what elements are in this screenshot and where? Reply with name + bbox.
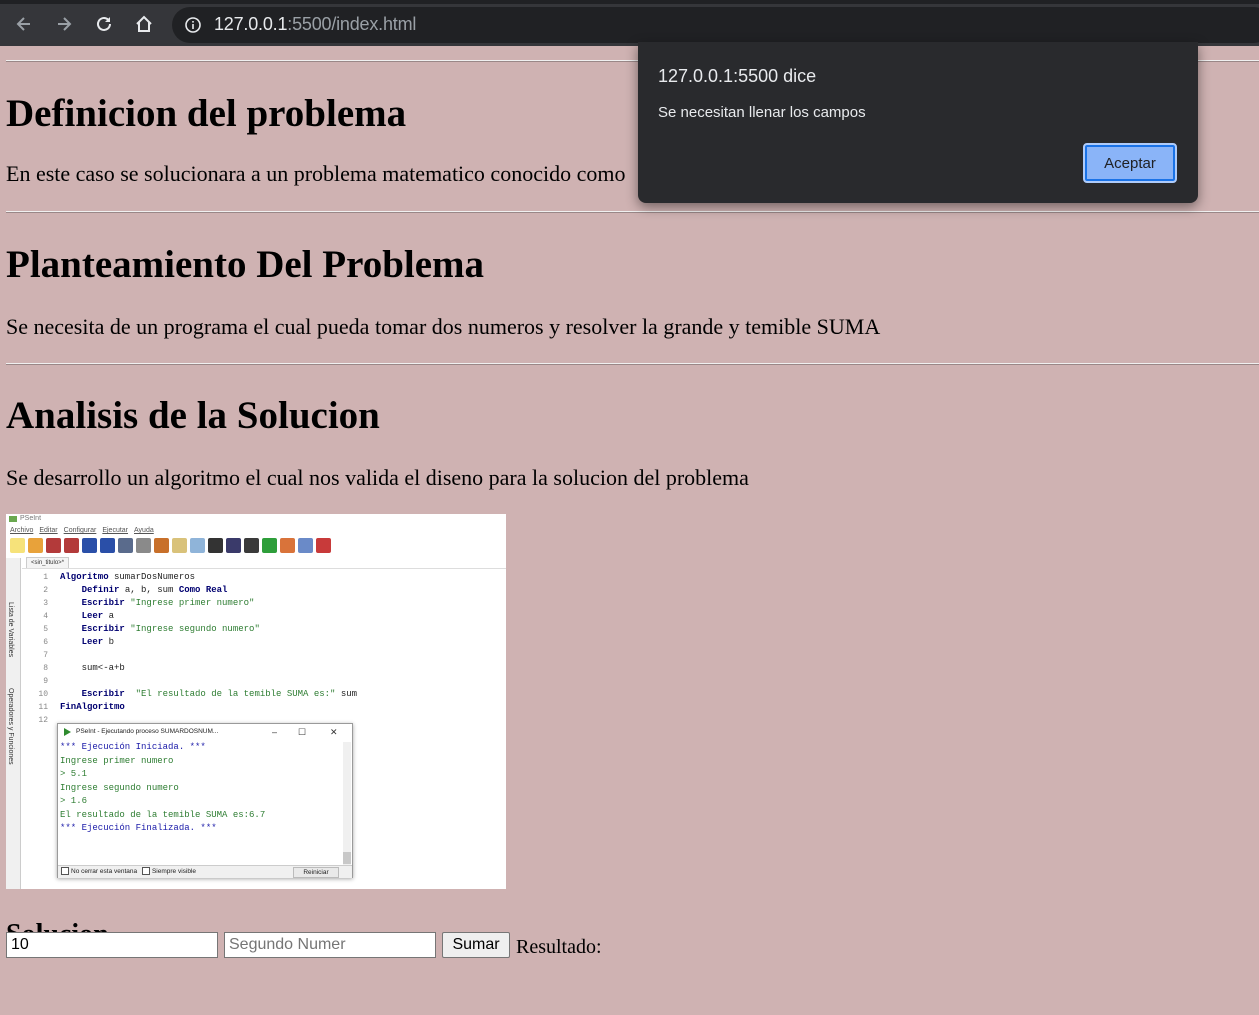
run-window-footer: No cerrar esta ventana Siempre visible R… bbox=[58, 865, 352, 878]
url-host: 127.0.0.1 bbox=[214, 14, 288, 34]
binoculars-icon bbox=[208, 538, 223, 553]
new-file-icon bbox=[10, 538, 25, 553]
text-planteamiento: Se necesita de un programa el cual pueda… bbox=[6, 314, 881, 339]
first-number-input[interactable] bbox=[6, 932, 218, 958]
sumar-button[interactable]: Sumar bbox=[442, 932, 510, 958]
code-line: 6 Leer b bbox=[43, 637, 115, 647]
output-line: Ingrese segundo numero bbox=[60, 782, 179, 793]
output-line: *** Ejecución Iniciada. *** bbox=[60, 742, 206, 752]
code-line: 3 Escribir "Ingrese primer numero" bbox=[43, 598, 255, 608]
pseint-titlebar: PSeInt bbox=[6, 514, 506, 524]
address-bar[interactable]: 127.0.0.1:5500/index.html bbox=[172, 7, 1259, 43]
paste-icon bbox=[154, 538, 169, 553]
run-window-scrollbar bbox=[343, 742, 351, 866]
arrow-right-icon bbox=[58, 17, 72, 31]
reload-button[interactable] bbox=[88, 8, 120, 40]
code-line: 1 Algoritmo sumarDosNumeros bbox=[43, 572, 196, 582]
minimize-icon: – bbox=[272, 727, 278, 737]
code-line: 11 FinAlgoritmo bbox=[38, 702, 125, 712]
pseint-screenshot: PSeInt Archivo Editar Configurar Ejecutar Ay… bbox=[6, 514, 506, 889]
home-icon bbox=[136, 15, 152, 32]
side-label-operadores: Operadores y Funciones bbox=[7, 688, 14, 765]
divider bbox=[6, 363, 1259, 365]
checkbox-icon bbox=[61, 867, 69, 876]
code-line: 9 bbox=[43, 677, 48, 686]
output-line: > 5.1 bbox=[60, 769, 88, 779]
run-icon bbox=[262, 538, 277, 553]
pseint-menu-ejecutar: Ejecutar bbox=[102, 527, 129, 534]
cut-icon bbox=[118, 538, 133, 553]
pseint-tab: <sin_titulo>* bbox=[26, 557, 70, 568]
output-line: Ingrese primer numero bbox=[60, 755, 174, 766]
search-icon bbox=[190, 538, 205, 553]
code-line: 2 Definir a, b, sum Como Real bbox=[43, 585, 228, 595]
heading-definicion: Definicion del problema bbox=[6, 92, 407, 135]
result-label: Resultado: bbox=[516, 936, 602, 958]
info-icon[interactable] bbox=[184, 16, 202, 34]
flowchart-icon bbox=[298, 538, 313, 553]
home-button[interactable] bbox=[128, 8, 160, 40]
run-window-scroll-thumb bbox=[343, 852, 351, 864]
code-line: 4 Leer a bbox=[43, 611, 115, 621]
browser-toolbar: 127.0.0.1:5500/index.html bbox=[0, 0, 1259, 46]
pseint-sidebar: Lista de Variables Operadores y Funcione… bbox=[6, 558, 21, 889]
output-line: *** Ejecución Finalizada. *** bbox=[60, 823, 217, 833]
siempre-visible-label: Siempre visible bbox=[151, 868, 197, 875]
save-as-icon bbox=[64, 538, 79, 553]
arrow-left-icon bbox=[16, 17, 30, 31]
text-definicion: En este caso se solucionara a un problem… bbox=[6, 161, 626, 186]
pseint-toolbar bbox=[10, 538, 331, 554]
checkbox-icon bbox=[141, 867, 150, 876]
output-line: El resultado de la temible SUMA es:6.7 bbox=[60, 809, 266, 820]
run-window-title: PSeInt - Ejecutando proceso SUMARDOSNUM.… bbox=[76, 728, 219, 735]
side-label-variables: Lista de Variables bbox=[7, 602, 14, 658]
heading-planteamiento: Planteamiento Del Problema bbox=[6, 243, 485, 286]
back-button[interactable] bbox=[8, 8, 40, 40]
pseint-run-window: PSeInt - Ejecutando proceso SUMARDOSNUM.… bbox=[57, 723, 353, 878]
help-icon bbox=[316, 538, 331, 553]
code-line: 5 Escribir "Ingrese segundo numero" bbox=[43, 624, 260, 634]
url-text: 127.0.0.1:5500/index.html bbox=[214, 14, 416, 35]
reiniciar-button: Reiniciar bbox=[293, 867, 339, 878]
code-line: 10 Escribir "El resultado de la temible … bbox=[38, 689, 358, 699]
reload-icon bbox=[97, 16, 111, 31]
heading-analisis: Analisis de la Solucion bbox=[6, 394, 380, 437]
find-next-icon bbox=[226, 538, 241, 553]
code-line: 12 bbox=[38, 716, 48, 725]
pseint-menu-editar: Editar bbox=[39, 527, 58, 534]
run-window-titlebar: PSeInt - Ejecutando proceso SUMARDOSNUM.… bbox=[58, 724, 352, 740]
pseint-app-icon bbox=[9, 516, 17, 522]
replace-icon bbox=[244, 538, 259, 553]
forward-button[interactable] bbox=[48, 8, 80, 40]
undo-icon bbox=[82, 538, 97, 553]
second-number-input[interactable] bbox=[224, 932, 436, 958]
aceptar-button[interactable]: Aceptar bbox=[1083, 143, 1177, 183]
text-analisis: Se desarrollo un algoritmo el cual nos v… bbox=[6, 465, 749, 490]
alert-dialog: 127.0.0.1:5500 dice Se necesitan llenar … bbox=[638, 42, 1198, 203]
save-icon bbox=[46, 538, 61, 553]
code-line: 8 sum<-a+b bbox=[43, 663, 125, 673]
no-cerrar-label: No cerrar esta ventana bbox=[71, 868, 138, 875]
open-folder-icon bbox=[28, 538, 43, 553]
pseint-menu-ayuda: Ayuda bbox=[134, 527, 154, 534]
pseint-menu-configurar: Configurar bbox=[63, 527, 97, 534]
pseint-menu-archivo: Archivo bbox=[10, 527, 34, 534]
maximize-icon: ☐ bbox=[298, 727, 307, 737]
code-line: 7 bbox=[43, 651, 48, 660]
step-icon bbox=[280, 538, 295, 553]
output-line: > 1.6 bbox=[60, 796, 88, 806]
dialog-title: 127.0.0.1:5500 dice bbox=[658, 66, 817, 86]
redo-icon bbox=[100, 538, 115, 553]
pseint-title: PSeInt bbox=[20, 515, 42, 522]
pseint-menubar: Archivo Editar Configurar Ejecutar Ayuda bbox=[10, 527, 160, 534]
copy-icon bbox=[136, 538, 151, 553]
play-icon bbox=[64, 728, 71, 736]
indent-icon bbox=[172, 538, 187, 553]
close-icon: ✕ bbox=[330, 727, 338, 737]
url-path: :5500/index.html bbox=[287, 14, 417, 34]
divider bbox=[6, 211, 1259, 213]
dialog-message: Se necesitan llenar los campos bbox=[658, 104, 866, 121]
